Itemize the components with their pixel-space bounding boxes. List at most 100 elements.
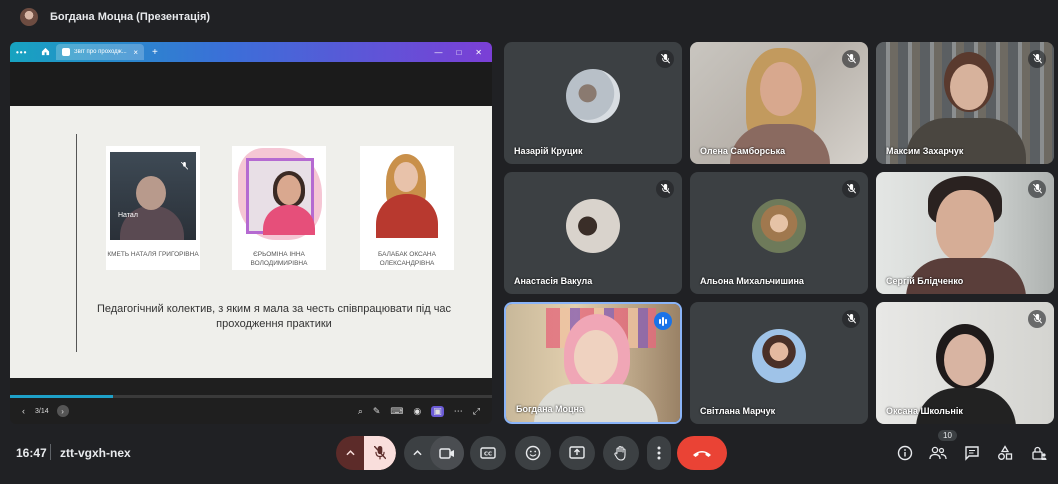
teacher-video-frame: Натал [110, 152, 196, 240]
participant-name: Богдана Моцна [516, 404, 585, 414]
video-options-button[interactable] [404, 436, 430, 470]
slide-top-band [10, 62, 492, 106]
chat-icon [965, 446, 979, 461]
participant-tile[interactable]: Олена Самборська [690, 42, 868, 164]
chat-button[interactable] [961, 442, 983, 464]
participant-name: Максим Захарчук [886, 146, 964, 156]
mic-off-icon [656, 180, 674, 198]
pointer-icon[interactable]: ✎ [373, 406, 381, 417]
host-controls-button[interactable] [1028, 442, 1050, 464]
participant-tile[interactable]: Оксана Школьнік [876, 302, 1054, 424]
tab-close-icon[interactable]: × [133, 48, 138, 57]
fullscreen-icon[interactable]: ⤢ [473, 406, 480, 417]
mic-off-icon [1028, 50, 1046, 68]
tab-title: Звіт про проходж... [74, 49, 127, 55]
participant-name: Світлана Марчук [700, 406, 776, 416]
more-options-button[interactable] [647, 436, 671, 470]
captions-button[interactable]: CC [470, 436, 506, 470]
present-icon [569, 446, 585, 459]
mic-off-icon [842, 50, 860, 68]
end-call-button[interactable] [677, 436, 727, 470]
participant-tile[interactable]: Альона Михальчишина [690, 172, 868, 294]
activities-button[interactable] [994, 442, 1016, 464]
mic-off-icon [374, 446, 386, 460]
participant-avatar [752, 199, 806, 253]
slide-canvas: Натал КМЕТЬ НАТАЛЯ ГРИГОРІВНА ЄРЬОМІНА І… [10, 106, 492, 378]
participant-tile-active-speaker[interactable]: Богдана Моцна [504, 302, 682, 424]
raise-hand-button[interactable] [603, 436, 639, 470]
slide-controls: ‹ 3/14 › ⌕ ✎ ⌨ ◉ ▣ ⋯ ⤢ [10, 398, 492, 424]
captions-icon: CC [480, 447, 496, 459]
shared-screen: ••• Звіт про проходж... × + — □ ✕ Натал [10, 42, 492, 424]
browser-titlebar: ••• Звіт про проходж... × + — □ ✕ [10, 42, 492, 62]
maximize-button[interactable]: □ [456, 48, 461, 57]
mic-off-icon [656, 50, 674, 68]
participant-tile[interactable]: Назарій Круцик [504, 42, 682, 164]
teacher-name: КМЕТЬ НАТАЛЯ ГРИГОРІВНА [107, 251, 199, 258]
camera-toggle-button[interactable] [430, 436, 464, 470]
participant-tile[interactable]: Максим Захарчук [876, 42, 1054, 164]
browser-tab[interactable]: Звіт про проходж... × [56, 44, 144, 60]
more-vert-icon [657, 446, 661, 460]
participant-tile[interactable]: Світлана Марчук [690, 302, 868, 424]
meeting-time: 16:47 [16, 446, 47, 460]
people-button[interactable] [927, 442, 949, 464]
audio-icon[interactable]: ◉ [413, 406, 421, 417]
keyboard-icon[interactable]: ⌨ [390, 406, 403, 417]
reactions-button[interactable] [515, 436, 551, 470]
teacher-name: БАЛАБАК ОКСАНА ОЛЕКСАНДРІВНА [378, 251, 436, 267]
top-bar: Богдана Моцна (Презентація) [0, 0, 1058, 34]
participant-tile[interactable]: Сергій Блідченко [876, 172, 1054, 294]
video-name-tag: Натал [118, 212, 138, 219]
teacher-photo-1: Натал КМЕТЬ НАТАЛЯ ГРИГОРІВНА [106, 146, 200, 270]
captions-icon[interactable]: ▣ [431, 405, 444, 417]
participant-count-badge: 10 [938, 430, 957, 441]
camera-control [404, 436, 464, 470]
prev-slide-button[interactable]: ‹ [22, 406, 25, 416]
teacher-name: ЄРЬОМІНА ІННА ВОЛОДИМИРІВНА [250, 251, 308, 267]
slide-caption: Педагогічний колектив, з яким я мала за … [96, 303, 452, 330]
participant-name: Назарій Круцик [514, 146, 583, 156]
meeting-code: ztt-vgxh-nex [60, 446, 131, 460]
mic-off-icon [842, 310, 860, 328]
presentation-title: Богдана Моцна (Презентація) [50, 11, 211, 23]
participant-avatar [566, 199, 620, 253]
camera-icon [439, 447, 454, 459]
participant-name: Анастасія Вакула [514, 276, 593, 286]
browser-menu-icon[interactable]: ••• [16, 48, 38, 57]
mic-off-icon [1028, 180, 1046, 198]
new-tab-button[interactable]: + [152, 47, 158, 58]
meeting-info-button[interactable] [894, 442, 916, 464]
hand-icon [614, 445, 626, 461]
people-icon [929, 446, 947, 460]
participant-tile[interactable]: Анастасія Вакула [504, 172, 682, 294]
present-screen-button[interactable] [559, 436, 595, 470]
zoom-icon[interactable]: ⌕ [358, 406, 363, 417]
divider [50, 444, 51, 460]
svg-text:CC: CC [484, 452, 492, 458]
audio-options-button[interactable] [336, 436, 364, 470]
participant-avatar [566, 69, 620, 123]
emoji-icon [525, 445, 541, 461]
mic-off-icon [842, 180, 860, 198]
teacher-photo-3: БАЛАБАК ОКСАНА ОЛЕКСАНДРІВНА [360, 146, 454, 270]
hang-up-icon [693, 450, 711, 457]
mic-off-icon [180, 161, 189, 172]
minimize-button[interactable]: — [434, 48, 442, 57]
page-indicator: 3/14 [35, 407, 49, 415]
participant-avatar [752, 329, 806, 383]
info-icon [897, 445, 913, 461]
tab-favicon-icon [62, 48, 70, 56]
window-close-button[interactable]: ✕ [475, 48, 482, 57]
participant-name: Альона Михальчишина [700, 276, 804, 286]
mic-toggle-button[interactable] [364, 436, 396, 470]
participant-name: Олена Самборська [700, 146, 786, 156]
next-slide-button[interactable]: › [56, 405, 69, 417]
presenter-avatar [20, 8, 38, 26]
home-icon[interactable] [38, 47, 52, 58]
more-options-icon[interactable]: ⋯ [454, 406, 463, 417]
lock-person-icon [1032, 446, 1047, 460]
speaking-indicator-icon [654, 312, 672, 330]
participant-name: Оксана Школьнік [886, 406, 963, 416]
meeting-controls-bar: 16:47 ztt-vgxh-nex CC 10 [0, 428, 1058, 484]
